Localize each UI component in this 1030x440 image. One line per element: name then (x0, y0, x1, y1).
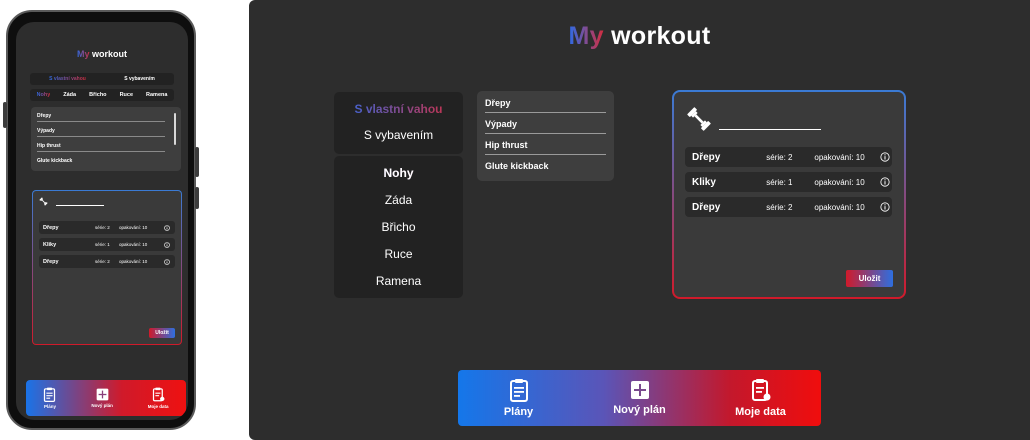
category-ramena[interactable]: Ramena (146, 92, 167, 98)
category-ruce[interactable]: Ruce (334, 247, 463, 261)
info-icon[interactable] (164, 241, 170, 248)
plan-entry[interactable]: Kliky série: 1 opakování: 10 (39, 238, 175, 251)
exercise-item[interactable]: Dřepy (485, 98, 606, 113)
exercise-list: Dřepy Výpady Hip thrust Glute kickback (31, 107, 181, 171)
category-bricho[interactable]: Břicho (89, 92, 106, 98)
plan-entry[interactable]: Dřepy série: 2 opakování: 10 (685, 147, 892, 167)
exercise-item[interactable]: Výpady (485, 119, 606, 134)
category-zada[interactable]: Záda (334, 193, 463, 207)
exercise-item[interactable]: Hip thrust (485, 140, 606, 155)
plan-card: Dřepy série: 2 opakování: 10 Kliky série… (672, 90, 906, 299)
category-bar: Nohy Záda Břicho Ruce Ramena (30, 89, 174, 101)
plan-entry[interactable]: Dřepy série: 2 opakování: 10 (685, 197, 892, 217)
info-icon[interactable] (880, 202, 890, 212)
save-button[interactable]: Uložit (846, 270, 893, 287)
plan-entry-sets: série: 2 (766, 152, 793, 162)
plan-entry[interactable]: Dřepy série: 2 opakování: 10 (39, 255, 175, 268)
plan-entry-sets: série: 2 (766, 202, 793, 212)
clipboard-list-icon (44, 387, 56, 402)
plan-card: Dřepy série: 2 opakování: 10 Kliky série… (32, 190, 182, 345)
phone-volume-button (3, 102, 7, 128)
exercise-item[interactable]: Výpady (37, 128, 165, 137)
clipboard-data-icon (751, 379, 770, 401)
plan-entry-name: Kliky (43, 241, 57, 248)
plan-entry-sets: série: 1 (766, 177, 793, 187)
plan-name-field[interactable] (719, 129, 821, 130)
plan-entry[interactable]: Dřepy série: 2 opakování: 10 (39, 221, 175, 234)
plan-entry-reps: opakování: 10 (119, 225, 148, 230)
plan-entry-name: Dřepy (692, 151, 721, 163)
category-ruce[interactable]: Ruce (120, 92, 133, 98)
exercise-item[interactable]: Glute kickback (485, 161, 606, 175)
exercise-list: Dřepy Výpady Hip thrust Glute kickback (477, 91, 614, 181)
nav-plans-label: Plány (43, 404, 56, 409)
clipboard-list-icon (509, 379, 528, 402)
info-icon[interactable] (880, 152, 890, 162)
plan-entry-name: Kliky (692, 176, 716, 188)
nav-my-data-label: Moje data (147, 404, 169, 409)
nav-my-data[interactable]: Moje data (148, 387, 169, 409)
nav-new-plan-label: Nový plán (613, 404, 666, 416)
bottom-nav: Plány Nový plán Moje data (458, 370, 821, 426)
category-nohy[interactable]: Nohy (334, 166, 463, 180)
nav-plans-label: Plány (503, 406, 534, 418)
plan-entry-sets: série: 2 (95, 225, 110, 230)
exercise-item[interactable]: Dřepy (37, 113, 165, 122)
mode-bodyweight[interactable]: S vlastní vahou (49, 76, 86, 82)
phone-mockup: My workout S vlastní vahou S vybavením N… (3, 10, 199, 430)
category-nohy[interactable]: Nohy (37, 92, 51, 98)
plan-entry-reps: opakování: 10 (814, 202, 865, 212)
mode-switch: S vlastní vahou S vybavením (334, 92, 463, 154)
phone-power-button (195, 147, 199, 177)
nav-new-plan-label: Nový plán (91, 403, 113, 408)
nav-new-plan[interactable]: Nový plán (585, 380, 695, 416)
plan-entry-reps: opakování: 10 (814, 177, 865, 187)
info-icon[interactable] (880, 177, 890, 187)
phone-screen: My workout S vlastní vahou S vybavením N… (16, 22, 188, 420)
info-icon[interactable] (164, 224, 170, 231)
mode-bodyweight[interactable]: S vlastní vahou (334, 102, 463, 116)
category-ramena[interactable]: Ramena (334, 274, 463, 288)
app-title: My workout (76, 49, 128, 59)
plan-entry-name: Dřepy (43, 224, 59, 231)
save-button[interactable]: Uložit (149, 328, 175, 338)
scrollbar[interactable] (174, 113, 176, 145)
clipboard-data-icon (152, 387, 165, 402)
category-zada[interactable]: Záda (63, 92, 76, 98)
plan-entry-reps: opakování: 10 (119, 259, 148, 264)
plan-entry-reps: opakování: 10 (814, 152, 865, 162)
plan-entry-name: Dřepy (692, 201, 721, 213)
plus-square-icon (96, 388, 108, 401)
mode-equipment[interactable]: S vybavením (124, 76, 155, 82)
category-bricho[interactable]: Břicho (334, 220, 463, 234)
plan-entry-sets: série: 2 (95, 259, 110, 264)
nav-my-data[interactable]: Moje data (706, 378, 816, 418)
dumbbell-icon (687, 107, 711, 131)
mode-switch: S vlastní vahou S vybavením (30, 73, 174, 85)
plan-entry-sets: série: 1 (95, 242, 110, 247)
nav-new-plan[interactable]: Nový plán (91, 388, 113, 408)
exercise-item[interactable]: Glute kickback (37, 158, 165, 166)
plan-entry[interactable]: Kliky série: 1 opakování: 10 (685, 172, 892, 192)
bottom-nav: Plány Nový plán Moje data (26, 380, 186, 416)
plan-entry-reps: opakování: 10 (119, 242, 148, 247)
nav-plans[interactable]: Plány (43, 387, 56, 409)
nav-plans[interactable]: Plány (464, 378, 574, 418)
desktop-view: My workout S vlastní vahou S vybavením N… (249, 0, 1030, 440)
plus-square-icon (630, 381, 649, 399)
info-icon[interactable] (164, 258, 170, 265)
dumbbell-icon (39, 197, 48, 206)
category-list: Nohy Záda Břicho Ruce Ramena (334, 156, 463, 298)
app-title: My workout (568, 22, 711, 50)
plan-entry-name: Dřepy (43, 258, 59, 265)
mode-equipment[interactable]: S vybavením (334, 128, 463, 142)
nav-my-data-label: Moje data (735, 406, 786, 418)
phone-side-button (195, 187, 199, 209)
exercise-item[interactable]: Hip thrust (37, 143, 165, 152)
plan-name-field[interactable] (56, 205, 104, 206)
